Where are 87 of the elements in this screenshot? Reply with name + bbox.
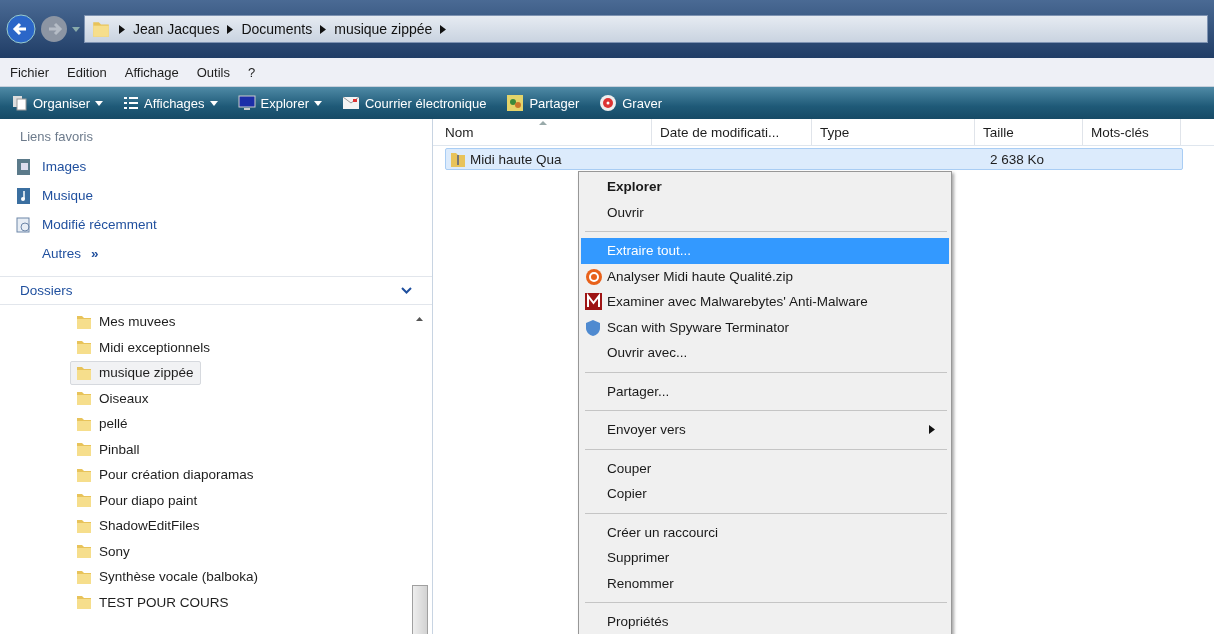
breadcrumb[interactable]: Jean Jacques	[133, 21, 220, 37]
folder-icon	[75, 542, 93, 561]
folder-icon	[75, 338, 93, 357]
toolbar-button[interactable]: Organiser	[10, 93, 106, 113]
breadcrumb[interactable]: musique zippée	[334, 21, 433, 37]
folder-tree-item[interactable]: musique zippée	[70, 360, 201, 385]
context-menu-item[interactable]: Examiner avec Malwarebytes' Anti-Malware	[581, 289, 949, 315]
picture-library-icon	[16, 157, 32, 176]
context-menu-item[interactable]: Envoyer vers	[581, 417, 949, 443]
pages-icon	[12, 95, 28, 111]
toolbar-button[interactable]: Partager	[504, 92, 582, 114]
favorite-link[interactable]: Images	[0, 152, 432, 181]
folder-icon	[75, 440, 93, 459]
folder-tree-item[interactable]: pellé	[70, 411, 135, 436]
context-menu-item[interactable]: Propriétés	[581, 609, 949, 634]
folder-icon	[75, 593, 93, 612]
toolbar-button[interactable]: Affichages	[121, 93, 220, 113]
context-menu-item[interactable]: Supprimer	[581, 545, 949, 571]
context-menu-item[interactable]: Ouvrir avec...	[581, 340, 949, 366]
folder-tree-item[interactable]: Synthèse vocale (balboka)	[70, 564, 266, 589]
context-menu-item[interactable]: Créer un raccourci	[581, 519, 949, 545]
folder-tree-item[interactable]: ShadowEditFiles	[70, 513, 207, 538]
scroll-thumb[interactable]	[412, 585, 428, 634]
more-link[interactable]: Autres »	[0, 239, 432, 268]
folder-tree-item[interactable]: Midi exceptionnels	[70, 335, 218, 360]
monitor-icon	[237, 95, 256, 111]
context-menu-item[interactable]: Copier	[581, 481, 949, 507]
arrow-icon	[440, 24, 447, 34]
context-menu-item[interactable]: Explorer	[581, 174, 949, 200]
address-field[interactable]: Jean Jacques Documents musique zippée	[84, 15, 1208, 43]
folder-icon	[75, 491, 93, 510]
context-menu-item[interactable]: Couper	[581, 455, 949, 481]
arrow-icon	[929, 425, 935, 435]
column-header[interactable]: Taille	[975, 119, 1083, 145]
arrow-icon	[320, 24, 327, 34]
music-library-icon	[16, 186, 32, 205]
breadcrumb[interactable]: Documents	[241, 21, 313, 37]
favorite-link[interactable]: Musique	[0, 181, 432, 210]
context-menu-item[interactable]: Renommer	[581, 570, 949, 596]
column-header[interactable]: Type	[812, 119, 975, 145]
shield-icon	[585, 318, 601, 337]
context-menu-item[interactable]: Analyser Midi haute Qualité.zip	[581, 263, 949, 289]
file-name: Midi haute Qua	[470, 151, 562, 167]
toolbar-button[interactable]: Graver	[597, 92, 664, 114]
folder-tree-item[interactable]: Pinball	[70, 437, 147, 462]
folder-tree-item[interactable]: Pour diapo paint	[70, 488, 205, 513]
file-row[interactable]: Midi haute Qua 2 638 Ko	[445, 148, 1183, 170]
disc-icon	[599, 94, 618, 112]
folder-tree-item[interactable]: Pour création diaporamas	[70, 462, 261, 487]
recent-documents-icon	[16, 215, 32, 234]
context-menu-item[interactable]: Partager...	[581, 378, 949, 404]
folders-header[interactable]: Dossiers	[0, 276, 432, 305]
scroll-up-icon	[416, 317, 423, 321]
folder-icon	[91, 19, 111, 39]
folder-tree-item[interactable]: Mes muvees	[70, 309, 183, 334]
context-menu-item[interactable]: Ouvrir	[581, 199, 949, 225]
arrow-icon	[227, 24, 234, 34]
folder-icon	[75, 389, 93, 408]
back-button[interactable]	[6, 14, 36, 44]
chevron-icon	[401, 287, 412, 294]
list-view-icon	[123, 95, 140, 111]
menu-item[interactable]: Affichage	[124, 64, 179, 80]
menu-item[interactable]: Fichier	[10, 64, 49, 80]
column-header[interactable]: Mots-clés	[1083, 119, 1181, 145]
toolbar-button[interactable]: Explorer	[235, 93, 324, 113]
menu-item[interactable]: Outils	[196, 64, 230, 80]
envelope-icon	[341, 96, 360, 110]
arrow-icon	[119, 24, 125, 34]
folder-tree-item[interactable]: TEST POUR COURS	[70, 590, 236, 615]
column-header[interactable]: Date de modificati...	[652, 119, 812, 145]
menu-item[interactable]: ?	[247, 64, 256, 80]
m-logo-icon	[585, 293, 602, 310]
section-heading: Dossiers	[20, 283, 73, 298]
people-icon	[506, 94, 525, 112]
section-heading: Liens favoris	[19, 128, 94, 146]
toolbar-button[interactable]: Courrier électronique	[339, 93, 489, 113]
context-menu-item[interactable]: Scan with Spyware Terminator	[581, 314, 949, 340]
sort-arrow-icon	[539, 121, 547, 125]
folder-tree-item[interactable]: Oiseaux	[70, 386, 156, 411]
menu-item[interactable]: Edition	[67, 64, 107, 80]
ring-logo-icon	[585, 267, 603, 286]
forward-button[interactable]	[40, 15, 68, 43]
folder-tree-item[interactable]: Sony	[70, 539, 137, 564]
favorite-link[interactable]: Modifié récemment	[0, 210, 432, 239]
file-size: 2 638 Ko	[990, 151, 1045, 167]
history-caret-icon[interactable]	[72, 26, 80, 32]
zip-folder-icon	[450, 150, 466, 168]
